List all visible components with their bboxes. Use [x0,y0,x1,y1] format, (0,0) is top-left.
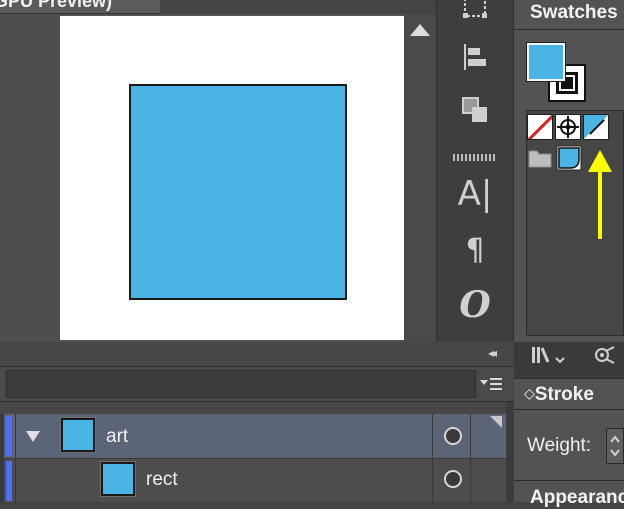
weight-stepper[interactable] [606,428,624,464]
align-left-icon[interactable] [455,37,495,77]
appearance-panel-title: Appearance [530,487,624,508]
layer-color-bar [6,461,12,501]
registration-swatch[interactable] [555,114,581,140]
layer-thumbnail-art [61,418,95,452]
selection-indicator-icon [490,416,502,428]
color-swatch[interactable] [583,114,609,140]
swatches-panel-title: Swatches [530,2,618,23]
layer-row-rect[interactable] [0,458,514,503]
share-icon[interactable] [590,344,624,366]
document-tab-title: GPU Preview) [0,0,113,11]
panel-menu-icon[interactable] [476,374,506,394]
layer-name-art[interactable]: art [106,426,128,448]
selection-column-divider [470,459,471,503]
target-circle-icon[interactable] [444,427,462,445]
paragraph-icon[interactable]: ¶ [455,230,495,270]
collapse-panel-icon[interactable]: ◂◂ [488,346,508,360]
group-color-swatch[interactable] [556,145,582,171]
lock-column[interactable] [15,414,16,458]
character-icon[interactable]: A| [455,174,495,214]
scroll-up-arrow-icon[interactable] [410,24,430,36]
weight-label: Weight: [527,435,592,456]
expand-triangle-icon[interactable] [26,431,40,442]
layers-search-field[interactable] [6,370,476,398]
transform-icon[interactable] [455,0,495,28]
none-swatch[interactable] [527,114,553,140]
folder-icon[interactable] [527,145,553,171]
visibility-column[interactable] [0,414,4,458]
fill-color-box[interactable] [526,42,566,82]
canvas-pasteboard [0,14,60,342]
panel-grip-handle[interactable] [453,154,495,161]
target-column-divider [432,459,433,503]
swatch-libraries-menu-icon[interactable] [530,344,570,366]
layer-color-bar [6,416,12,456]
vertical-scrollbar[interactable] [404,14,436,342]
layer-name-rect[interactable]: rect [146,469,178,491]
visibility-column[interactable] [0,459,4,503]
document-tab[interactable]: GPU Preview) [0,0,160,14]
lock-column[interactable] [15,459,16,503]
target-circle-icon[interactable] [444,470,462,488]
pathfinder-icon[interactable] [455,90,495,130]
layers-scrollbar[interactable] [506,402,514,502]
selection-column-divider [470,414,471,458]
blue-rectangle-artwork[interactable] [129,84,347,300]
layer-thumbnail-rect [101,462,135,496]
annotation-arrow-line [598,165,602,239]
swatch-list [526,110,624,336]
target-column-divider [432,414,433,458]
opentype-icon[interactable]: O [455,284,495,326]
stroke-panel-title: ◇Stroke [524,384,594,405]
